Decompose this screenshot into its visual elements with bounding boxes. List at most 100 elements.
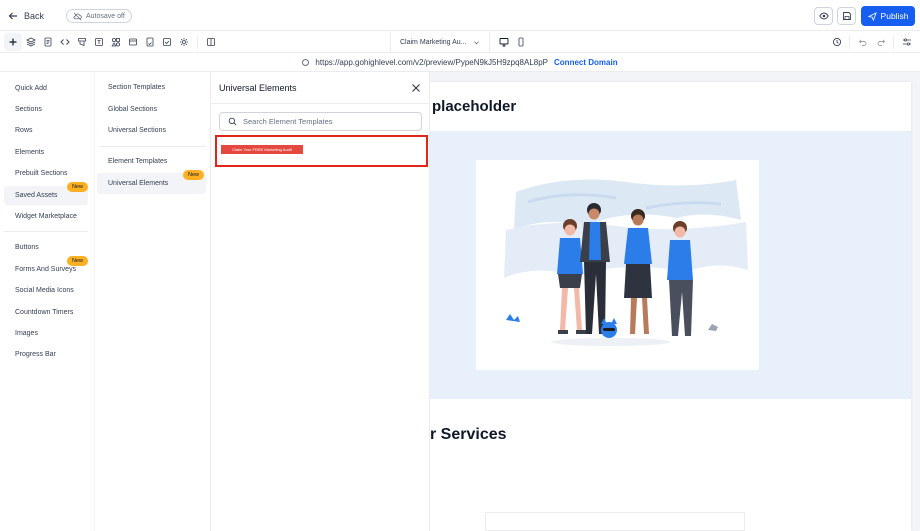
- columns-icon: [207, 38, 215, 46]
- menu-item-elements[interactable]: Elements: [4, 143, 88, 162]
- layers-button[interactable]: [25, 36, 37, 48]
- preview-url[interactable]: https://app.gohighlevel.com/v2/preview/P…: [315, 58, 548, 67]
- menu-item-label: Sections: [15, 106, 42, 113]
- shapes-icon: [111, 37, 120, 47]
- phone-icon: [518, 37, 524, 47]
- menu-item-label: Buttons: [15, 244, 39, 251]
- universal-elements-panel: Universal Elements Search Element Templa…: [211, 72, 430, 531]
- sliders-icon: [903, 38, 911, 46]
- undo-icon: [858, 39, 867, 46]
- new-badge: New: [66, 182, 88, 192]
- element-template-card[interactable]: Claim Your FREE Marketing Audit: [215, 135, 428, 167]
- save-icon: [842, 12, 851, 20]
- mobile-view-button[interactable]: [515, 36, 527, 48]
- menu-item-label: Rows: [15, 127, 33, 134]
- monitor-icon: [499, 38, 509, 47]
- back-label: Back: [24, 11, 45, 21]
- layout-icon: [129, 38, 137, 46]
- saved-assets-menu: Section Templates Global Sections Univer…: [95, 72, 211, 531]
- form-button[interactable]: [144, 36, 156, 48]
- menu-item-social-media-icons[interactable]: Social Media Icons: [4, 281, 88, 300]
- preview-headline[interactable]: placeholder: [432, 98, 516, 115]
- desktop-view-button[interactable]: [498, 36, 510, 48]
- new-badge: New: [66, 256, 88, 266]
- back-button[interactable]: Back: [8, 7, 44, 25]
- page-selector-label: Claim Marketing Au...: [400, 38, 467, 46]
- chevron-down-icon: [474, 40, 479, 44]
- arrow-left-icon: [8, 12, 17, 20]
- add-elements-menu: Quick Add Sections Rows Elements Prebuil…: [0, 72, 95, 531]
- new-badge: New: [182, 170, 204, 180]
- submenu-item-global-sections[interactable]: Global Sections: [97, 99, 206, 120]
- image-icon: [163, 38, 171, 46]
- preview-url-bar: https://app.gohighlevel.com/v2/preview/P…: [0, 53, 920, 72]
- menu-item-label: Saved Assets: [15, 192, 58, 199]
- publish-button[interactable]: Publish: [861, 6, 915, 26]
- menu-item-rows[interactable]: Rows: [4, 121, 88, 140]
- history-button[interactable]: [831, 36, 843, 48]
- toolbar-divider: [893, 35, 894, 49]
- menu-item-forms-and-surveys[interactable]: Forms And Surveys New: [4, 256, 88, 279]
- submenu-divider: [99, 146, 206, 147]
- submenu-item-element-templates[interactable]: Element Templates: [97, 151, 206, 172]
- menu-item-label: Progress Bar: [15, 351, 56, 358]
- cloud-off-icon: [73, 12, 82, 20]
- submenu-item-label: Element Templates: [108, 158, 168, 165]
- menu-item-quick-add[interactable]: Quick Add: [4, 79, 88, 98]
- services-card[interactable]: [485, 512, 745, 531]
- hero-image[interactable]: [476, 160, 759, 370]
- add-element-button[interactable]: [4, 33, 22, 51]
- menu-item-images[interactable]: Images: [4, 324, 88, 343]
- save-button[interactable]: [837, 7, 856, 25]
- form-icon: [146, 37, 154, 47]
- close-icon[interactable]: [411, 83, 421, 93]
- redo-button[interactable]: [875, 36, 887, 48]
- adjustments-button[interactable]: [901, 36, 913, 48]
- menu-item-sections[interactable]: Sections: [4, 100, 88, 119]
- template-cta-button[interactable]: Claim Your FREE Marketing Audit: [221, 145, 303, 154]
- pages-button[interactable]: [42, 36, 54, 48]
- toolbar-divider: [849, 35, 850, 49]
- menu-item-progress-bar[interactable]: Progress Bar: [4, 345, 88, 364]
- text-button[interactable]: [93, 36, 105, 48]
- top-bar: Back Autosave off Publish: [0, 0, 920, 31]
- menu-divider: [4, 231, 88, 232]
- connect-domain-link[interactable]: Connect Domain: [554, 58, 618, 67]
- menu-item-label: Social Media Icons: [15, 287, 74, 294]
- layers-icon: [26, 37, 36, 47]
- toolbar-divider: [197, 35, 198, 49]
- panel-title: Universal Elements: [219, 83, 297, 93]
- apps-button[interactable]: [110, 36, 122, 48]
- funnel-button[interactable]: [76, 36, 88, 48]
- menu-item-label: Prebuilt Sections: [15, 170, 68, 177]
- settings-button[interactable]: [178, 36, 190, 48]
- globe-icon: [302, 58, 310, 66]
- redo-icon: [877, 39, 886, 46]
- menu-item-label: Countdown Timers: [15, 309, 74, 316]
- split-view-button[interactable]: [205, 36, 217, 48]
- media-button[interactable]: [161, 36, 173, 48]
- menu-item-widget-marketplace[interactable]: Widget Marketplace: [4, 207, 88, 226]
- preview-button[interactable]: [814, 7, 833, 25]
- menu-item-prebuilt-sections[interactable]: Prebuilt Sections: [4, 164, 88, 183]
- services-heading[interactable]: r Services: [430, 426, 507, 444]
- clock-icon: [832, 37, 842, 47]
- gear-icon: [180, 38, 188, 46]
- submenu-item-section-templates[interactable]: Section Templates: [97, 77, 206, 98]
- menu-item-label: Forms And Surveys: [15, 266, 77, 273]
- search-icon: [228, 117, 237, 126]
- submenu-item-label: Global Sections: [108, 106, 158, 113]
- undo-button[interactable]: [857, 36, 869, 48]
- search-input[interactable]: Search Element Templates: [219, 112, 422, 131]
- page-selector[interactable]: Claim Marketing Au...: [390, 31, 490, 53]
- menu-item-saved-assets[interactable]: Saved Assets New: [4, 182, 88, 205]
- code-button[interactable]: [59, 36, 71, 48]
- submenu-item-label: Universal Sections: [108, 127, 166, 134]
- autosave-toggle[interactable]: Autosave off: [66, 9, 132, 23]
- layout-button[interactable]: [127, 36, 139, 48]
- submenu-item-universal-sections[interactable]: Universal Sections: [97, 120, 206, 141]
- funnel-icon: [78, 38, 86, 47]
- menu-item-buttons[interactable]: Buttons: [4, 238, 88, 257]
- submenu-item-universal-elements[interactable]: Universal Elements New: [97, 170, 206, 194]
- menu-item-countdown-timers[interactable]: Countdown Timers: [4, 303, 88, 322]
